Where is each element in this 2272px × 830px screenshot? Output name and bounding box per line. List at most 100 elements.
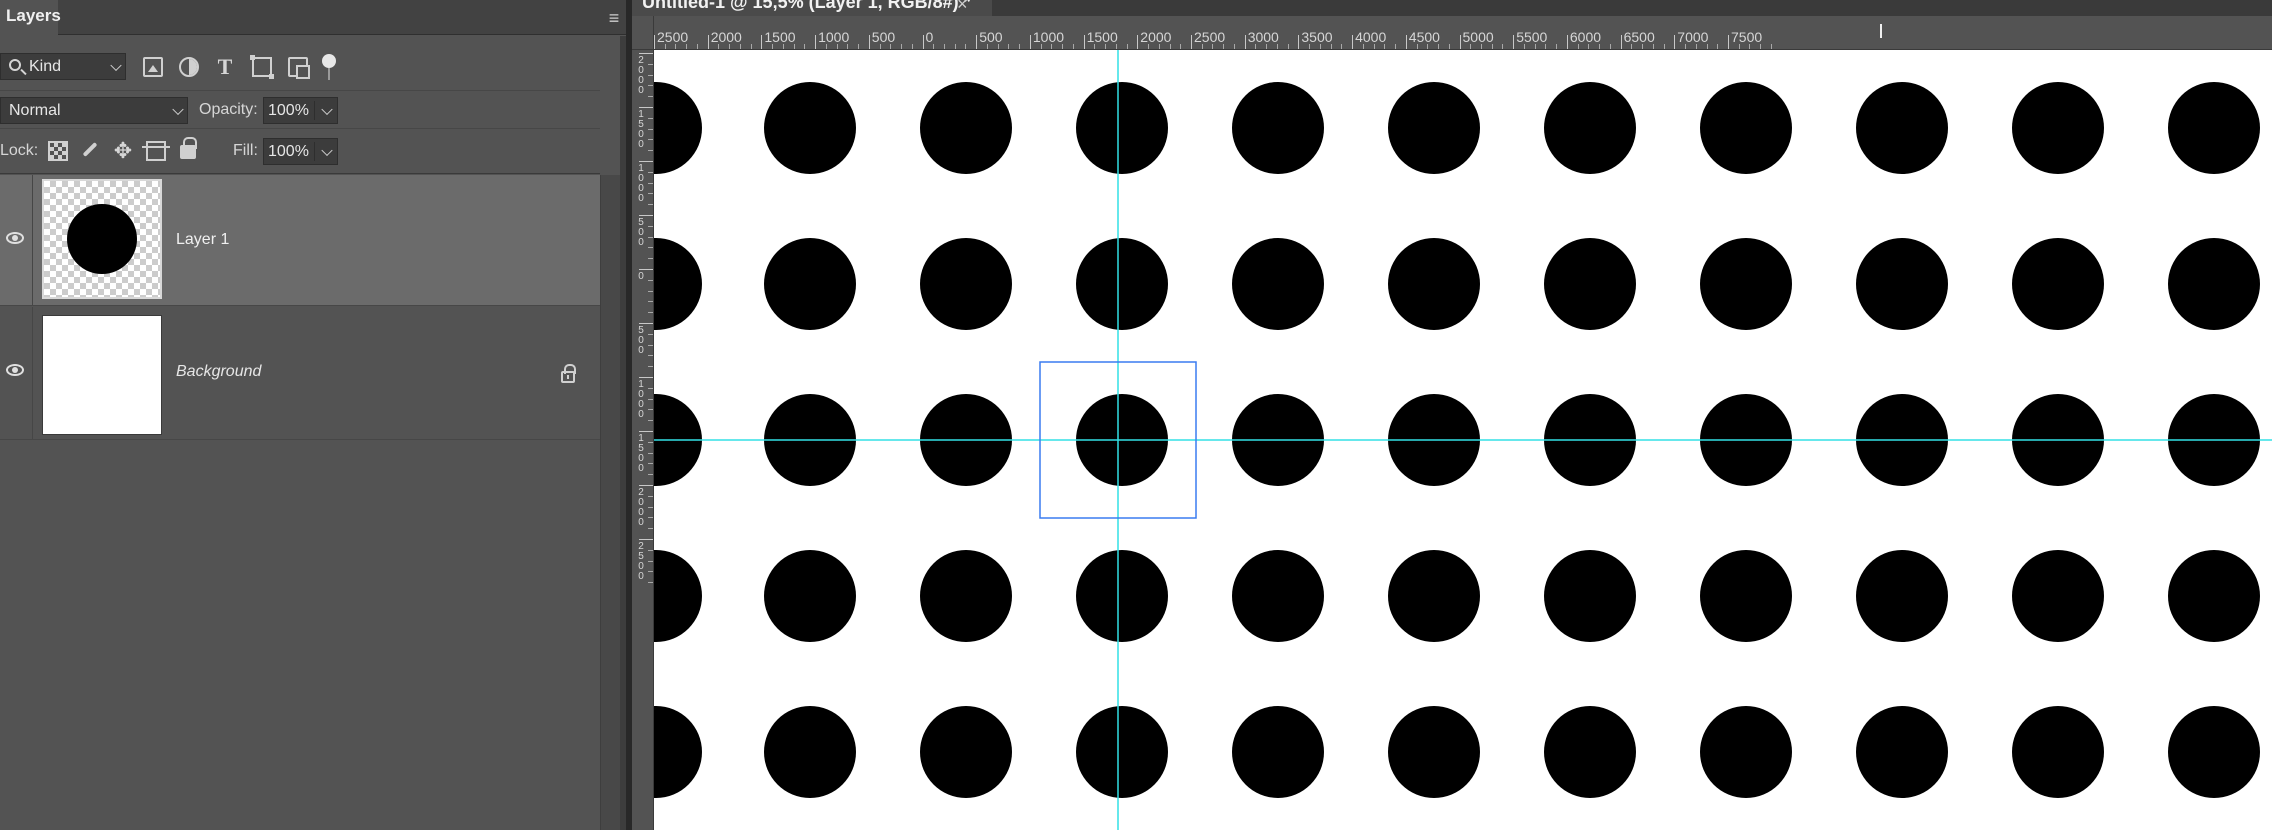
ruler-tick	[1513, 35, 1515, 49]
type-filter-icon[interactable]: T	[215, 56, 235, 78]
ruler-minor-tick	[648, 301, 653, 303]
ruler-label: 1 5 0 0	[638, 433, 644, 474]
pattern-dot	[1388, 706, 1480, 798]
opacity-label: Opacity:	[199, 101, 258, 118]
pattern-dot	[1388, 550, 1480, 642]
ruler-label: 7500	[1731, 29, 1763, 45]
ruler-minor-tick	[1019, 44, 1021, 49]
chevron-down-icon	[110, 59, 122, 71]
ruler-minor-tick	[933, 44, 935, 49]
ruler-minor-tick	[965, 44, 967, 49]
ruler-tick	[761, 35, 763, 49]
panel-menu-icon[interactable]: ≡	[604, 9, 624, 29]
eye-icon[interactable]	[6, 232, 24, 244]
close-icon[interactable]: ×	[957, 0, 968, 15]
photoshop-window: Layers ≡ Kind T Normal Opacity: 100% Loc…	[0, 0, 2272, 830]
shape-filter-icon[interactable]	[250, 55, 274, 79]
layer-row-background[interactable]: Background	[0, 307, 600, 440]
lock-icon[interactable]	[561, 364, 576, 383]
pattern-dot	[1856, 550, 1948, 642]
pattern-dot	[1388, 82, 1480, 174]
pattern-dot	[1544, 82, 1636, 174]
ruler-minor-tick	[648, 398, 653, 400]
ruler-minor-tick	[901, 44, 903, 49]
ruler-minor-tick	[1072, 44, 1074, 49]
ruler-origin[interactable]	[632, 16, 654, 50]
lock-transparent-pixels-icon[interactable]	[48, 141, 68, 161]
ruler-minor-tick	[648, 117, 653, 119]
ruler-minor-tick	[648, 441, 653, 443]
ruler-minor-tick	[648, 366, 653, 368]
ruler-minor-tick	[954, 44, 956, 49]
ruler-tick	[639, 431, 653, 432]
filter-toggle-icon[interactable]	[322, 54, 336, 80]
ruler-label: 1 0 0 0	[638, 379, 644, 420]
layer-name[interactable]: Layer 1	[176, 231, 229, 249]
search-icon	[9, 59, 21, 71]
ruler-tick	[815, 35, 817, 49]
pattern-dot	[2168, 550, 2260, 642]
layers-tab[interactable]: Layers	[0, 0, 61, 36]
layer-row-layer-1[interactable]: Layer 1	[0, 175, 600, 306]
adjustment-filter-icon[interactable]	[179, 57, 199, 77]
ruler-label: 1500	[1086, 29, 1118, 45]
ruler-tick	[976, 35, 978, 49]
ruler-minor-tick	[648, 247, 653, 249]
ruler-minor-tick	[804, 44, 806, 49]
ruler-label: 500	[979, 29, 1003, 45]
document-tab[interactable]: Untitled-1 @ 15,5% (Layer 1, RGB/8#) * ×	[632, 0, 992, 16]
ruler-label: 500	[871, 29, 896, 45]
ruler-minor-tick	[648, 528, 653, 530]
lock-position-icon[interactable]: ✥	[113, 140, 133, 162]
ruler-minor-tick	[648, 290, 653, 292]
ruler-minor-tick	[648, 204, 653, 206]
ruler-label: 0	[925, 29, 934, 45]
chevron-down-icon[interactable]	[321, 103, 333, 115]
vertical-ruler[interactable]: 2 0 0 0 1 5 0 0 1 0 0 0 5 0 0 0 5 0 0 1 0 0 0 1…	[632, 50, 654, 830]
lock-artboard-icon[interactable]	[142, 141, 170, 161]
document-canvas[interactable]	[654, 50, 2272, 830]
ruler-label: 4000	[1355, 29, 1387, 45]
ruler-tick	[1728, 35, 1729, 49]
ruler-label: 5000	[1462, 29, 1494, 45]
opacity-field[interactable]: 100%	[263, 97, 338, 124]
ruler-tick	[1083, 35, 1085, 49]
ruler-label: 3000	[1247, 29, 1279, 45]
pixel-filter-icon[interactable]	[143, 57, 163, 77]
fill-field[interactable]: 100%	[263, 138, 338, 165]
pattern-dot	[1700, 238, 1792, 330]
document-tab-bar: Untitled-1 @ 15,5% (Layer 1, RGB/8#) * ×	[632, 0, 2272, 16]
ruler-minor-tick	[1180, 44, 1182, 49]
horizontal-ruler[interactable]: 2500 2000 1500 1000 500 0 500 1000 1500 2000 2500 3…	[654, 16, 2272, 50]
filter-kind-dropdown[interactable]: Kind	[0, 53, 126, 80]
lock-image-pixels-icon[interactable]	[80, 141, 100, 161]
pattern-dot	[1856, 706, 1948, 798]
ruler-minor-tick	[648, 150, 653, 152]
layer-name[interactable]: Background	[176, 363, 261, 381]
layer-thumbnail[interactable]	[42, 315, 162, 435]
ruler-label: 0	[638, 271, 644, 282]
ruler-tick	[1191, 35, 1192, 49]
lock-row: Lock: ✥ Fill: 100%	[0, 129, 600, 174]
ruler-minor-tick	[648, 96, 653, 98]
eye-icon[interactable]	[6, 364, 24, 376]
blend-mode-dropdown[interactable]: Normal	[0, 97, 188, 124]
ruler-minor-tick	[1770, 44, 1772, 49]
layer-filter-row: Kind T	[0, 36, 600, 91]
ruler-tick	[639, 215, 653, 216]
pattern-dot	[1076, 550, 1168, 642]
ruler-minor-tick	[1395, 44, 1397, 49]
opacity-value: 100%	[268, 102, 309, 119]
panel-scrollbar[interactable]	[600, 175, 620, 830]
layer-thumbnail[interactable]	[42, 179, 162, 299]
lock-all-icon[interactable]	[180, 137, 197, 159]
chevron-down-icon[interactable]	[321, 144, 333, 156]
ruler-label: 2500	[1194, 29, 1226, 45]
pattern-dot	[1544, 550, 1636, 642]
ruler-minor-tick	[1502, 44, 1504, 49]
fill-value: 100%	[268, 143, 309, 160]
smart-object-filter-icon[interactable]	[288, 57, 310, 79]
canvas-artwork[interactable]	[654, 50, 2272, 830]
ruler-minor-tick	[1448, 44, 1450, 49]
ruler-minor-tick	[648, 225, 653, 227]
